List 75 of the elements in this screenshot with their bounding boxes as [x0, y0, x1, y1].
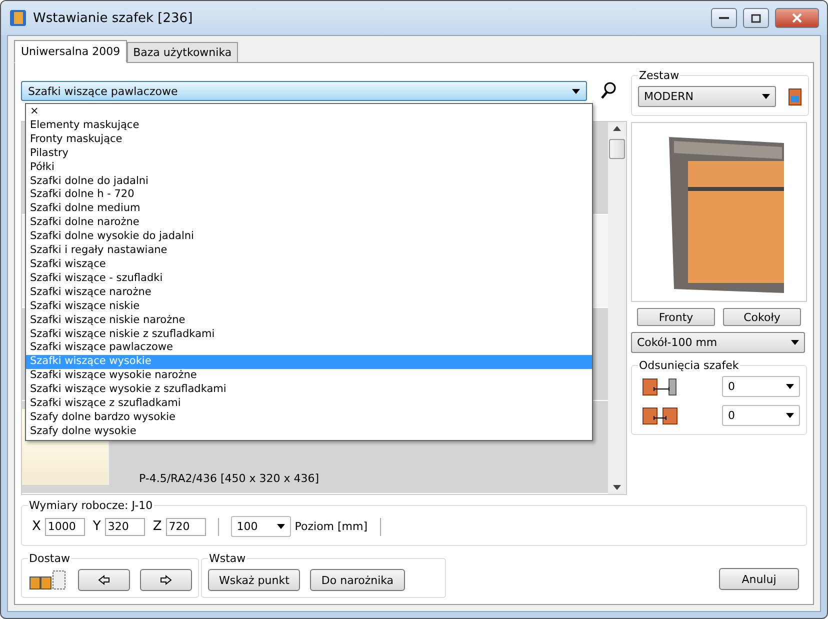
- level-label: Poziom [mm]: [294, 520, 368, 533]
- category-dropdown[interactable]: Szafki wiszące pawlaczowe: [21, 81, 587, 101]
- dropdown-option[interactable]: Szafy dolne bardzo wysokie: [26, 410, 592, 425]
- group-legend: Odsunięcia szafek: [638, 359, 740, 372]
- axis-label: Z: [152, 519, 162, 534]
- close-icon: [792, 13, 802, 23]
- preview-button[interactable]: Fronty: [637, 308, 715, 326]
- maximize-button[interactable]: [743, 8, 769, 28]
- group-legend: Wymiary robocze: J-10: [28, 499, 154, 512]
- dropdown-option[interactable]: Szafki wiszące wysokie z szufladkami: [26, 383, 592, 398]
- dropdown-option[interactable]: ×: [26, 105, 592, 119]
- group-legend: Wstaw: [208, 552, 247, 565]
- caret-icon: [791, 340, 799, 345]
- dropdown-option[interactable]: Fronty maskujące: [26, 132, 592, 147]
- group-legend: Dostaw: [28, 552, 71, 565]
- insert-button[interactable]: Wskaż punkt: [208, 569, 300, 591]
- tab[interactable]: Baza użytkownika: [127, 42, 238, 63]
- caret-icon: [572, 88, 580, 94]
- dropdown-option[interactable]: Szafki wiszące niskie narożne: [26, 314, 592, 328]
- offset-dropdown[interactable]: 0: [722, 376, 800, 397]
- dropdown-option[interactable]: Szafki dolne wysokie do jadalni: [26, 230, 592, 244]
- dimension-field[interactable]: 320: [104, 518, 145, 536]
- arrow-right-icon: [160, 575, 172, 585]
- cabinet-to-wall-icon: [642, 376, 678, 396]
- caret-icon: [276, 524, 285, 529]
- scrollbar[interactable]: [608, 122, 626, 494]
- dropdown-option[interactable]: Szafki wiszące wysokie narożne: [26, 369, 592, 384]
- offset-dropdown[interactable]: 0: [722, 405, 800, 426]
- level-dropdown[interactable]: 100: [230, 516, 291, 537]
- cabinet-icon[interactable]: [788, 88, 802, 106]
- dropdown-option[interactable]: Szafki wiszące: [26, 258, 592, 272]
- dropdown-option[interactable]: Szafki wiszące niskie z szufladkami: [26, 328, 592, 342]
- dropdown-option[interactable]: Szafki dolne medium: [26, 202, 592, 216]
- scroll-up-icon[interactable]: [613, 126, 621, 131]
- axis-label: Y: [92, 519, 101, 534]
- dropdown-option[interactable]: Elementy maskujące: [26, 118, 592, 133]
- dropdown-option[interactable]: Szafy dolne wysokie: [26, 424, 592, 439]
- minimize-button[interactable]: [711, 8, 737, 28]
- close-button[interactable]: [775, 8, 819, 28]
- dropdown-option[interactable]: Szafki i regały nastawiane: [26, 244, 592, 258]
- window-title: Wstawianie szafek [236]: [33, 10, 194, 26]
- scroll-thumb[interactable]: [609, 139, 625, 159]
- dropdown-option[interactable]: Szafki wiszące - szufladki: [26, 272, 592, 286]
- group-legend: Zestaw: [638, 69, 680, 82]
- arrow-right-button[interactable]: [140, 569, 192, 591]
- arrow-left-icon: [98, 575, 110, 585]
- preview-button[interactable]: Cokoły: [723, 308, 801, 326]
- insert-button[interactable]: Do narożnika: [310, 569, 405, 591]
- axis-label: X: [32, 519, 41, 534]
- cabinets-icon[interactable]: [28, 569, 68, 591]
- app-icon: [9, 9, 27, 27]
- dropdown-option[interactable]: Szafki wiszące narożne: [26, 286, 592, 300]
- dimension-field[interactable]: 1000: [44, 518, 85, 536]
- dropdown-option[interactable]: Szafki dolne narożne: [26, 216, 592, 230]
- dropdown-option[interactable]: Szafki wiszące niskie: [26, 300, 592, 314]
- cabinet-label: P-4.5/RA2/436 [450 x 320 x 436]: [139, 472, 320, 485]
- search-icon[interactable]: [601, 82, 617, 100]
- dropdown-option[interactable]: Szafki dolne h - 720: [26, 188, 592, 202]
- dropdown-option[interactable]: Szafki wiszące pawlaczowe: [26, 341, 592, 356]
- cancel-button[interactable]: Anuluj: [719, 568, 799, 590]
- minimize-icon: [719, 16, 729, 20]
- tab[interactable]: Uniwersalna 2009: [14, 40, 128, 63]
- cabinet-to-cabinet-icon: [642, 406, 678, 426]
- dropdown-option[interactable]: Półki: [26, 160, 592, 175]
- dimension-field[interactable]: 720: [166, 518, 206, 536]
- arrow-left-button[interactable]: [78, 569, 130, 591]
- maximize-icon: [751, 14, 761, 22]
- scroll-down-icon[interactable]: [613, 485, 621, 490]
- caret-icon: [786, 384, 794, 389]
- dropdown-option[interactable]: Pilastry: [26, 146, 592, 161]
- caret-icon: [786, 413, 794, 418]
- caret-icon: [762, 94, 770, 99]
- dropdown-option[interactable]: Szafki dolne do jadalni: [26, 174, 592, 188]
- plinth-dropdown[interactable]: Cokół-100 mm: [631, 332, 805, 353]
- set-dropdown[interactable]: MODERN: [638, 86, 776, 107]
